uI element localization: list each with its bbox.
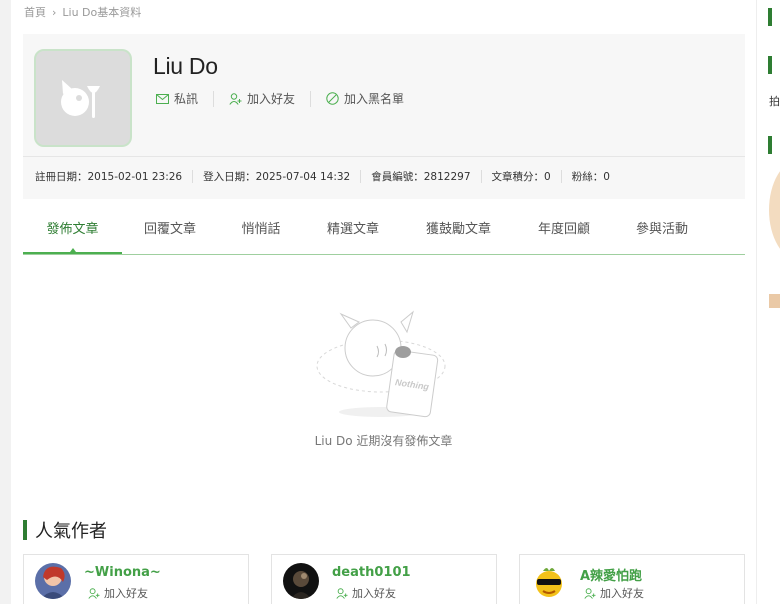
popular-authors-title: 人氣作者 <box>35 521 107 542</box>
add-user-icon <box>336 587 348 599</box>
sidebar-banner-strip <box>769 294 780 308</box>
author-add-friend[interactable]: 加入好友 <box>584 585 644 601</box>
right-sidebar: 拍 <box>756 0 780 604</box>
author-name[interactable]: A辣愛怕跑 <box>580 565 642 584</box>
add-friend-label: 加入好友 <box>104 587 148 600</box>
author-add-friend[interactable]: 加入好友 <box>88 585 148 601</box>
action-divider <box>310 90 312 107</box>
tab-featured[interactable]: 精選文章 <box>304 212 402 254</box>
member-number: 會員編號：2812297 <box>371 171 471 183</box>
profile-username: Liu Do <box>153 53 218 79</box>
register-date: 註冊日期：2015-02-01 23:26 <box>35 171 183 183</box>
author-name[interactable]: ~Winona~ <box>84 565 161 580</box>
login-date: 登入日期：2025-07-04 14:32 <box>203 171 351 183</box>
avatar <box>34 49 132 147</box>
author-card[interactable]: ~Winona~ 加入好友 <box>23 554 249 604</box>
tab-annual-review[interactable]: 年度回顧 <box>515 212 613 254</box>
envelope-icon <box>156 93 169 104</box>
sidebar-banner-image[interactable] <box>769 160 780 260</box>
author-avatar[interactable] <box>283 563 319 599</box>
default-avatar-icon <box>61 80 100 118</box>
breadcrumb-home[interactable]: 首頁 <box>24 4 46 20</box>
main-content: 首頁 › Liu Do基本資料 Liu Do 私訊 加入好友 加入黑名單 註冊日… <box>11 0 756 604</box>
tab-published[interactable]: 發佈文章 <box>23 212 122 254</box>
author-avatar[interactable] <box>35 563 71 599</box>
tab-replies[interactable]: 回覆文章 <box>122 212 218 254</box>
add-user-icon <box>88 587 100 599</box>
message-label: 私訊 <box>174 92 199 106</box>
blacklist-button[interactable]: 加入黑名單 <box>326 90 404 107</box>
empty-message: Liu Do 近期沒有發佈文章 <box>314 434 453 448</box>
author-add-friend[interactable]: 加入好友 <box>336 585 396 601</box>
tab-events[interactable]: 參與活動 <box>613 212 711 254</box>
author-avatar[interactable] <box>531 563 567 599</box>
profile-tabs: 發佈文章 回覆文章 悄悄話 精選文章 獲鼓勵文章 年度回顧 參與活動 <box>23 212 745 255</box>
add-friend-label: 加入好友 <box>600 587 644 600</box>
profile-stats: 註冊日期：2015-02-01 23:26 登入日期：2025-07-04 14… <box>23 156 745 184</box>
add-friend-label: 加入好友 <box>352 587 396 600</box>
tab-whispers[interactable]: 悄悄話 <box>218 212 304 254</box>
sidebar-section-marker <box>768 136 772 154</box>
breadcrumb-separator: › <box>52 5 57 19</box>
author-card[interactable]: A辣愛怕跑 加入好友 <box>519 554 745 604</box>
action-divider <box>213 90 215 107</box>
add-friend-label: 加入好友 <box>247 92 296 106</box>
breadcrumb-current[interactable]: Liu Do基本資料 <box>62 4 141 20</box>
author-card[interactable]: death0101 加入好友 <box>271 554 497 604</box>
add-user-icon <box>229 92 242 105</box>
breadcrumb: 首頁 › Liu Do基本資料 <box>24 4 141 20</box>
message-button[interactable]: 私訊 <box>156 90 198 107</box>
sidebar-text-snippet: 拍 <box>769 95 780 108</box>
popular-authors-heading: 人氣作者 <box>23 517 107 543</box>
sidebar-section-marker <box>768 56 772 74</box>
article-points: 文章積分：0 <box>491 171 551 183</box>
add-friend-button[interactable]: 加入好友 <box>229 90 295 107</box>
fans-count: 粉絲：0 <box>571 171 610 183</box>
profile-actions: 私訊 加入好友 加入黑名單 <box>156 90 404 107</box>
blacklist-label: 加入黑名單 <box>344 92 405 106</box>
popular-authors-list: ~Winona~ 加入好友 death0101 加入好友 A辣愛怕跑 加入好友 <box>23 554 745 604</box>
empty-illustration: Nothing <box>311 308 461 418</box>
author-name[interactable]: death0101 <box>332 565 411 580</box>
tab-encouraged[interactable]: 獲鼓勵文章 <box>402 212 515 254</box>
block-icon <box>326 92 339 105</box>
profile-card: Liu Do 私訊 加入好友 加入黑名單 註冊日期：2015-02-01 23:… <box>23 34 745 199</box>
nothing-cat-icon: Nothing <box>316 310 446 418</box>
add-user-icon <box>584 587 596 599</box>
sidebar-section-marker <box>768 8 772 26</box>
section-marker <box>23 520 27 540</box>
